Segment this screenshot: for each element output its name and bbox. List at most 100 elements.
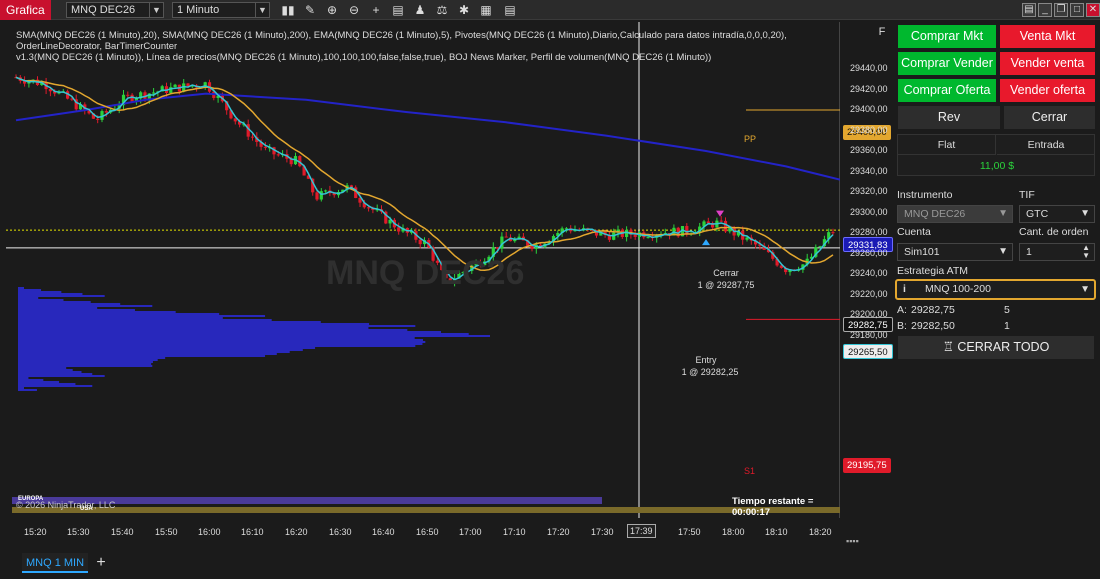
f-button[interactable]: F: [875, 26, 889, 40]
candle-body: [104, 111, 108, 113]
zoom-out-icon[interactable]: ⊖: [346, 2, 362, 18]
volume-profile-bar: [18, 379, 44, 381]
reverse-button[interactable]: Rev: [898, 106, 1000, 129]
close-all-icon: ♖: [942, 340, 958, 354]
quantity-stepper[interactable]: 1 ▲ ▼: [1019, 243, 1095, 261]
candle-body: [706, 221, 710, 224]
volume-profile-bar: [18, 317, 223, 319]
price-axis-label: 29260,00: [850, 247, 888, 258]
templates-icon[interactable]: ✱: [456, 2, 472, 18]
period-select-value: 1 Minuto: [177, 4, 220, 16]
candle-body: [745, 237, 749, 240]
volume-profile-bar: [18, 315, 266, 317]
period-select[interactable]: 1 Minuto ▼: [172, 2, 270, 18]
volume-profile-bar: [18, 369, 73, 371]
pencil-icon[interactable]: ✎: [302, 2, 318, 18]
volume-profile-bar: [18, 319, 272, 321]
account-select[interactable]: Sim101 ▼: [897, 243, 1013, 261]
sell-market-button[interactable]: Venta Mkt: [1000, 25, 1095, 48]
close-icon[interactable]: ✕: [1086, 3, 1100, 17]
atm-strategy-value: MNQ 100-200: [925, 283, 991, 295]
time-axis-label: 17:00: [459, 527, 482, 537]
buy-bid-button[interactable]: Comprar Oferta: [898, 79, 996, 102]
atm-strategy-select[interactable]: i MNQ 100-200 ▼: [895, 279, 1096, 300]
volume-profile-bar: [18, 375, 105, 377]
volume-profile-bar: [18, 309, 135, 311]
instrument-select[interactable]: MNQ DEC26 ▼: [66, 2, 164, 18]
chart-trader-icon[interactable]: ▤: [502, 2, 518, 18]
sell-ask-button[interactable]: Vender venta: [1000, 52, 1095, 75]
buy-ask-button[interactable]: Comprar Vender: [898, 52, 996, 75]
info-icon[interactable]: i: [903, 281, 906, 298]
instrument-field: MNQ DEC26 ▼: [897, 205, 1013, 223]
volume-profile-bar: [18, 345, 416, 347]
volume-profile-bar: [18, 349, 303, 351]
scroll-thumb[interactable]: ▪▪▪▪: [846, 536, 880, 546]
price-plot[interactable]: MNQ DEC26 SMA(MNQ DEC26 (1 Minuto),20), …: [6, 22, 840, 518]
tab-mnq-1-min[interactable]: MNQ 1 MIN: [22, 553, 88, 573]
restore-icon[interactable]: ❐: [1054, 3, 1068, 17]
close-position-button[interactable]: Cerrar: [1004, 106, 1095, 129]
volume-profile-bar: [18, 335, 490, 337]
volume-profile-bar: [18, 387, 24, 389]
exit-marker-icon: [716, 210, 724, 217]
buy-market-button[interactable]: Comprar Mkt: [898, 25, 996, 48]
strategies-icon[interactable]: ♟: [412, 2, 428, 18]
candle-body: [126, 94, 130, 96]
candle-body: [263, 146, 267, 148]
tif-select-value: GTC: [1026, 208, 1049, 220]
entry-label: Entry: [695, 355, 717, 365]
position-status: Flat: [898, 135, 996, 155]
time-axis-label: 16:40: [372, 527, 395, 537]
minimize-icon[interactable]: _: [1038, 3, 1052, 17]
close-all-button[interactable]: ♖ CERRAR TODO: [898, 336, 1094, 359]
volume-profile-bar: [18, 383, 76, 385]
cursor-price-tag: 29265,50: [843, 344, 893, 359]
volume-profile-bar: [18, 291, 62, 293]
data-box-icon[interactable]: ▦: [478, 2, 494, 18]
time-axis-label: 18:00: [722, 527, 745, 537]
price-axis-label: 29360,00: [850, 145, 888, 155]
exit-detail: 1 @ 29287,75: [697, 280, 755, 290]
candle-body: [152, 92, 156, 94]
position-entry-label: Entrada: [997, 135, 1095, 155]
candle-body: [504, 236, 508, 238]
tif-label: TIF: [1019, 189, 1035, 201]
volume-profile-bar: [18, 389, 37, 391]
volume-profile-bar: [18, 301, 91, 303]
add-tab-button[interactable]: +: [92, 553, 110, 573]
zoom-in-icon[interactable]: ⊕: [324, 2, 340, 18]
chevron-down-icon: ▼: [255, 3, 269, 17]
chart-trader-panel: Comprar Mkt Venta Mkt Comprar Vender Ven…: [893, 22, 1100, 579]
instrument-label: Instrumento: [897, 189, 953, 201]
sell-bid-button[interactable]: Vender oferta: [1000, 79, 1095, 102]
volume-profile-bar: [18, 337, 415, 339]
indicators-icon[interactable]: ⚖: [434, 2, 450, 18]
chart-panel[interactable]: MNQ DEC26 SMA(MNQ DEC26 (1 Minuto),20), …: [0, 22, 893, 546]
candle-body: [418, 239, 422, 245]
stepper-arrows-icon[interactable]: ▲ ▼: [1082, 244, 1090, 260]
exit-label: Cerrar: [713, 268, 739, 278]
properties-icon[interactable]: ▤: [390, 2, 406, 18]
candle-body: [276, 154, 280, 156]
candle-body: [530, 245, 534, 249]
maximize-icon[interactable]: □: [1070, 3, 1084, 17]
entry-marker-icon: [702, 239, 710, 246]
tif-select[interactable]: GTC ▼: [1019, 205, 1095, 223]
volume-profile-bar: [18, 343, 423, 345]
volume-profile-bar: [18, 321, 321, 323]
window-menu-icon[interactable]: ▤: [1022, 3, 1036, 17]
volume-profile-bar: [18, 329, 408, 331]
ask-price: 29282,75: [911, 304, 955, 316]
price-axis-label: 29340,00: [850, 165, 888, 176]
instrument-select-value: MNQ DEC26: [71, 4, 136, 16]
bar-chart-icon[interactable]: ▮▮: [280, 2, 296, 18]
volume-profile-bar: [18, 331, 441, 333]
chevron-down-icon: ▼: [998, 208, 1008, 219]
volume-profile-bar: [18, 311, 176, 313]
crosshair-icon[interactable]: +: [368, 2, 384, 18]
volume-profile-bar: [18, 359, 158, 361]
price-axis-label: 29180,00: [850, 329, 888, 340]
candle-body: [315, 192, 319, 200]
account-select-value: Sim101: [904, 246, 940, 258]
